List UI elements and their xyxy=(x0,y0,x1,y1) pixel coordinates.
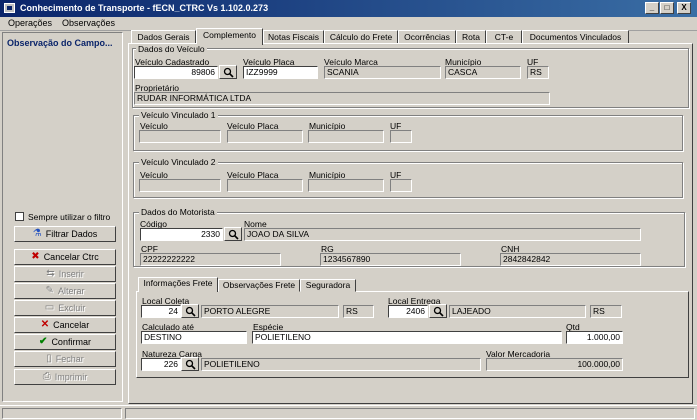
x-icon: ✕ xyxy=(40,319,50,330)
status-panel-left xyxy=(2,408,122,419)
linked2-uf-field xyxy=(390,179,412,192)
menu-operacoes[interactable]: Operações xyxy=(8,18,52,28)
collection-city-field: PORTO ALEGRE xyxy=(201,305,339,318)
confirm-button[interactable]: ✔ Confirmar xyxy=(14,334,116,350)
status-bar xyxy=(0,405,697,420)
collection-uf-field: RS xyxy=(343,305,374,318)
window-title: Conhecimento de Transporte - fECN_CTRC V… xyxy=(20,3,269,13)
collection-code-field[interactable]: 24 xyxy=(141,305,181,318)
print-button[interactable]: ⎙ Imprimir xyxy=(14,369,116,385)
tab-seguradora[interactable]: Seguradora xyxy=(300,279,356,292)
driver-rg-field: 1234567890 xyxy=(320,253,461,266)
cancel-button[interactable]: ✕ Cancelar xyxy=(14,317,116,333)
tab-rota[interactable]: Rota xyxy=(456,30,486,44)
tab-dados-gerais[interactable]: Dados Gerais xyxy=(131,30,196,44)
magnifier-icon xyxy=(433,306,444,317)
magnifier-icon xyxy=(228,229,239,240)
driver-cpf-field: 22222222222 xyxy=(140,253,281,266)
flask-icon: ⚗ xyxy=(32,228,42,239)
vehicle-plate-field[interactable]: IZZ9999 xyxy=(243,66,318,79)
delivery-city-field: LAJEADO xyxy=(449,305,586,318)
edit-icon: ✎ xyxy=(45,285,54,296)
cancel-doc-icon: ✖ xyxy=(31,251,40,262)
vehicle-uf-field: RS xyxy=(527,66,549,79)
minimize-button[interactable]: _ xyxy=(645,2,659,14)
linked1-uf-field xyxy=(390,130,412,143)
insert-button[interactable]: ⇆ Inserir xyxy=(14,266,116,282)
linked-vehicle-1-title: Veículo Vinculado 1 xyxy=(139,110,218,120)
driver-code-field[interactable]: 2330 xyxy=(140,228,223,241)
maximize-button[interactable]: □ xyxy=(660,2,674,14)
check-icon: ✔ xyxy=(39,336,48,347)
tab-ocorrencias[interactable]: Ocorrências xyxy=(398,30,456,44)
species-field[interactable]: POLIETILENO xyxy=(252,331,562,344)
linked1-city-field xyxy=(308,130,384,143)
app-icon xyxy=(4,3,15,13)
door-icon: ▯ xyxy=(46,353,52,364)
linked2-plate-field xyxy=(227,179,303,192)
vehicle-search-button[interactable] xyxy=(219,65,237,79)
status-panel-right xyxy=(125,408,695,419)
menu-observacoes[interactable]: Observações xyxy=(62,18,115,28)
vehicle-city-field: CASCA xyxy=(445,66,521,79)
tab-cte[interactable]: CT-e xyxy=(486,30,522,44)
qty-field[interactable]: 1.000,00 xyxy=(566,331,623,344)
magnifier-icon xyxy=(185,359,196,370)
owner-field: RUDAR INFORMÁTICA LTDA xyxy=(134,92,550,105)
cargo-nature-code-field[interactable]: 226 xyxy=(141,358,181,371)
linked2-city-field xyxy=(308,179,384,192)
close-form-button[interactable]: ▯ Fechar xyxy=(14,351,116,367)
driver-group-title: Dados do Motorista xyxy=(139,207,217,217)
printer-icon: ⎙ xyxy=(42,371,51,382)
linked-vehicle-2-title: Veículo Vinculado 2 xyxy=(139,157,218,167)
observation-header: Observação do Campo... xyxy=(7,38,113,48)
tab-documentos-vinculados[interactable]: Documentos Vinculados xyxy=(522,30,629,44)
always-filter-label: Sempre utilizar o filtro xyxy=(28,212,111,222)
cargo-nature-field: POLIETILENO xyxy=(201,358,481,371)
vehicle-brand-field: SCANIA xyxy=(324,66,441,79)
cargo-nature-search-button[interactable] xyxy=(181,357,199,371)
always-filter-checkbox[interactable] xyxy=(15,212,24,221)
close-button[interactable]: X xyxy=(677,2,691,14)
filter-data-button[interactable]: ⚗ Filtrar Dados xyxy=(14,226,116,242)
tab-notas-fiscais[interactable]: Notas Fiscais xyxy=(263,30,324,44)
merchandise-value-field: 100.000,00 xyxy=(486,358,623,371)
vehicle-group-title: Dados do Veículo xyxy=(136,44,207,54)
magnifier-icon xyxy=(185,306,196,317)
driver-search-button[interactable] xyxy=(224,227,242,241)
delivery-uf-field: RS xyxy=(590,305,622,318)
linked1-plate-field xyxy=(227,130,303,143)
tab-observacoes-frete[interactable]: Observações Frete xyxy=(218,279,300,292)
magnifier-icon xyxy=(223,67,234,78)
delete-button[interactable]: ▭ Excluir xyxy=(14,300,116,316)
delivery-search-button[interactable] xyxy=(429,304,447,318)
delivery-code-field[interactable]: 2406 xyxy=(388,305,428,318)
linked1-vehicle-field xyxy=(139,130,221,143)
tab-complemento[interactable]: Complemento xyxy=(196,28,263,45)
registered-vehicle-field[interactable]: 89806 xyxy=(134,66,218,79)
driver-cnh-field: 2842842842 xyxy=(500,253,641,266)
edit-button[interactable]: ✎ Alterar xyxy=(14,283,116,299)
collection-search-button[interactable] xyxy=(181,304,199,318)
title-bar: Conhecimento de Transporte - fECN_CTRC V… xyxy=(0,0,697,17)
driver-name-field: JOAO DA SILVA xyxy=(244,228,641,241)
calculated-until-field[interactable]: DESTINO xyxy=(141,331,247,344)
delete-icon: ▭ xyxy=(44,302,55,313)
insert-icon: ⇆ xyxy=(46,268,55,279)
cancel-ctrc-button[interactable]: ✖ Cancelar Ctrc xyxy=(14,249,116,265)
tab-calculo-frete[interactable]: Cálculo do Frete xyxy=(324,30,398,44)
linked2-vehicle-field xyxy=(139,179,221,192)
menu-bar: Operações Observações xyxy=(0,17,697,31)
tab-informacoes-frete[interactable]: Informações Frete xyxy=(138,277,218,292)
